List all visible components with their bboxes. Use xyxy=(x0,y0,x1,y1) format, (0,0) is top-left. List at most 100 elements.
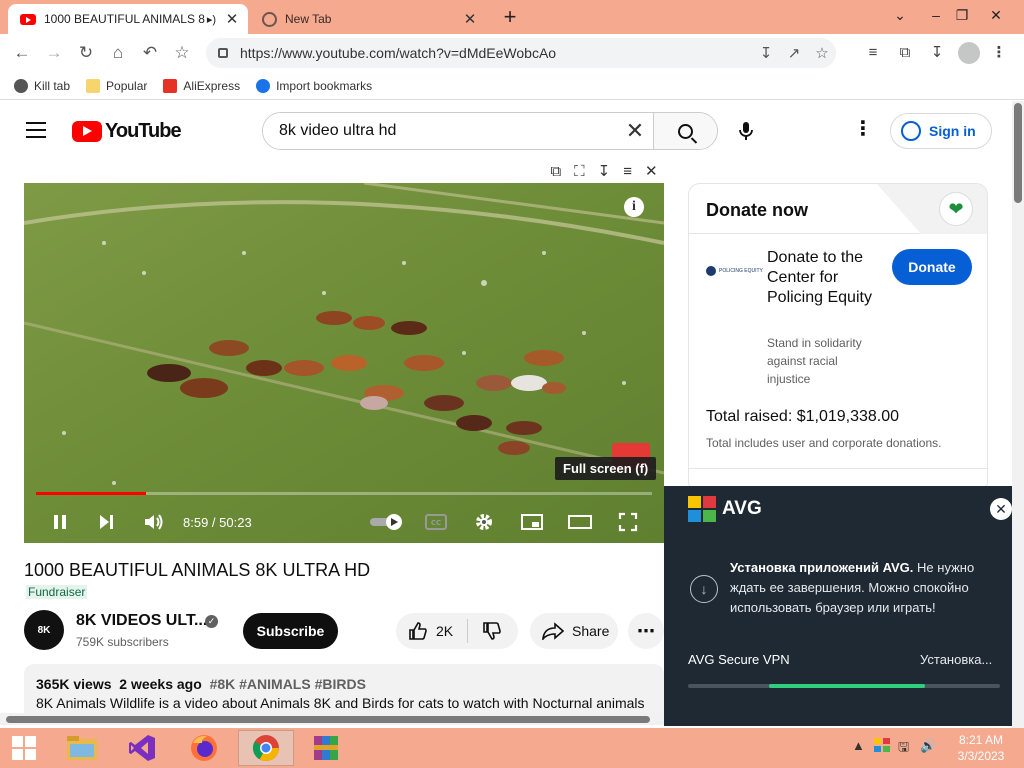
crop-icon[interactable]: ⧉ xyxy=(894,42,916,64)
volume-button[interactable] xyxy=(140,507,168,537)
menu-icon[interactable] xyxy=(26,122,46,138)
avg-logo-icon xyxy=(688,496,716,522)
donate-header: Donate now ❤ xyxy=(689,184,987,234)
youtube-logo[interactable]: YouTube xyxy=(72,120,182,143)
like-button[interactable]: 2K xyxy=(396,619,468,643)
vertical-scrollbar[interactable] xyxy=(1012,101,1024,728)
list-icon[interactable]: ≡ xyxy=(623,163,632,180)
url-text[interactable]: https://www.youtube.com/watch?v=dMdEeWob… xyxy=(240,45,752,61)
address-bar[interactable]: https://www.youtube.com/watch?v=dMdEeWob… xyxy=(206,38,836,68)
theater-mode-button[interactable] xyxy=(566,507,594,537)
miniplayer-icon xyxy=(521,514,543,530)
home-icon[interactable]: ⌂ xyxy=(106,41,130,65)
share-icon[interactable]: ↗ xyxy=(780,44,808,62)
search-button[interactable] xyxy=(653,113,717,149)
channel-avatar[interactable]: 8K xyxy=(24,610,64,650)
clock-date: 3/3/2023 xyxy=(957,749,1005,763)
share-label: Share xyxy=(572,623,610,639)
profile-avatar-icon[interactable] xyxy=(958,42,980,64)
captions-button[interactable]: CC xyxy=(422,507,450,537)
close-icon[interactable]: ✕ xyxy=(645,162,658,180)
tab-new-tab[interactable]: New Tab ✕ xyxy=(252,4,486,34)
taskbar-winrar[interactable] xyxy=(298,730,354,766)
scrollbar-thumb[interactable] xyxy=(6,716,650,723)
dislike-button[interactable] xyxy=(468,621,516,641)
close-icon[interactable]: ✕ xyxy=(990,498,1012,520)
new-tab-button[interactable]: + xyxy=(498,6,522,30)
share-button[interactable]: Share xyxy=(530,613,618,649)
channel-name[interactable]: 8K VIDEOS ULT... xyxy=(76,612,207,630)
bookmark-popular[interactable]: Popular xyxy=(86,78,147,93)
autoplay-toggle[interactable] xyxy=(366,507,406,537)
info-icon[interactable]: i xyxy=(624,197,644,217)
audio-playing-icon[interactable]: ▸) xyxy=(207,13,216,26)
org-name: Donate to the Center for Policing Equity xyxy=(767,249,872,306)
taskbar-visual-studio[interactable] xyxy=(114,730,170,766)
like-dislike-group: 2K xyxy=(396,613,518,649)
close-tab-icon[interactable]: ✕ xyxy=(462,10,478,28)
hashtags[interactable]: #8K #ANIMALS #BIRDS xyxy=(210,676,366,692)
star-icon[interactable]: ☆ xyxy=(808,44,836,62)
fullscreen-button[interactable] xyxy=(614,507,642,537)
subscribe-button[interactable]: Subscribe xyxy=(243,613,338,649)
bookmark-kill-tab[interactable]: Kill tab xyxy=(14,78,70,93)
install-app-icon[interactable]: ↧ xyxy=(752,44,780,62)
microphone-icon[interactable] xyxy=(738,121,754,141)
pause-button[interactable] xyxy=(46,507,74,537)
description-meta: 365K views 2 weeks ago #8K #ANIMALS #BIR… xyxy=(36,676,652,692)
reload-icon[interactable]: ↻ xyxy=(74,41,98,65)
captions-icon: CC xyxy=(425,514,447,530)
fundraiser-badge[interactable]: Fundraiser xyxy=(26,585,88,599)
thumbs-up-icon xyxy=(409,622,427,640)
org-logo: POLICING EQUITY xyxy=(706,266,763,276)
clear-search-icon[interactable]: ✕ xyxy=(617,113,653,149)
folder-icon xyxy=(86,78,101,93)
bookmark-label: AliExpress xyxy=(183,78,241,93)
taskbar-file-explorer[interactable] xyxy=(54,730,110,766)
next-button[interactable] xyxy=(92,507,120,537)
progress-bar[interactable] xyxy=(36,492,652,495)
miniplayer-button[interactable] xyxy=(518,507,546,537)
visual-studio-icon xyxy=(129,735,155,761)
youtube-masthead: YouTube ✕ ⋮ Sign in xyxy=(0,101,1012,159)
pause-icon xyxy=(54,515,66,529)
popout-icon[interactable]: ⧉ xyxy=(550,163,561,180)
close-window-button[interactable]: ✕ xyxy=(976,0,1016,30)
browser-menu-icon[interactable]: ⋮ xyxy=(988,42,1010,64)
taskbar-firefox[interactable] xyxy=(176,730,232,766)
tray-overflow-icon[interactable]: ▲ xyxy=(852,738,865,753)
tray-avg-icon[interactable] xyxy=(874,738,890,755)
settings-button[interactable] xyxy=(470,507,498,537)
expand-icon[interactable]: ⛶ xyxy=(574,163,585,180)
download-icon[interactable]: ↧ xyxy=(926,42,948,64)
scrollbar-thumb[interactable] xyxy=(1014,103,1022,203)
volume-icon[interactable]: 🔊 xyxy=(920,738,936,754)
more-actions-button[interactable]: ⋯ xyxy=(628,613,664,649)
video-player[interactable]: i Full screen (f) 8:59 / 50:23 CC xyxy=(24,183,664,543)
bookmark-star-icon[interactable]: ☆ xyxy=(170,41,194,65)
horizontal-scrollbar[interactable] xyxy=(0,713,664,725)
undo-icon[interactable]: ↶ xyxy=(138,41,162,65)
close-tab-icon[interactable]: ✕ xyxy=(224,10,240,28)
network-icon[interactable]: 🖫 xyxy=(898,738,909,760)
settings-menu-icon[interactable]: ⋮ xyxy=(853,119,873,139)
lock-icon[interactable] xyxy=(218,48,228,58)
tab-title: 1000 BEAUTIFUL ANIMALS 8 xyxy=(44,12,205,26)
back-icon[interactable]: ← xyxy=(10,41,34,65)
avg-notification: AVG ✕ ↓ Установка приложений AVG. Не нуж… xyxy=(664,486,1024,726)
donate-button[interactable]: Donate xyxy=(892,249,972,285)
sign-in-button[interactable]: Sign in xyxy=(890,113,992,149)
windows-logo-icon xyxy=(12,736,36,760)
tab-youtube[interactable]: 1000 BEAUTIFUL ANIMALS 8 ▸) ✕ xyxy=(8,4,248,34)
start-button[interactable] xyxy=(0,730,48,766)
system-clock[interactable]: 8:21 AM 3/3/2023 xyxy=(946,732,1016,764)
bookmark-import[interactable]: Import bookmarks xyxy=(256,78,372,93)
tab-search-icon[interactable]: ⌄ xyxy=(880,0,920,30)
search-input[interactable] xyxy=(263,113,617,149)
bookmark-aliexpress[interactable]: AliExpress xyxy=(163,78,241,93)
taskbar-chrome[interactable] xyxy=(238,730,294,766)
media-control-icon[interactable]: ≡ xyxy=(862,42,884,64)
forward-icon[interactable]: → xyxy=(42,41,66,65)
heart-hand-icon: ❤ xyxy=(939,192,973,226)
download-icon[interactable]: ↧ xyxy=(598,162,611,180)
